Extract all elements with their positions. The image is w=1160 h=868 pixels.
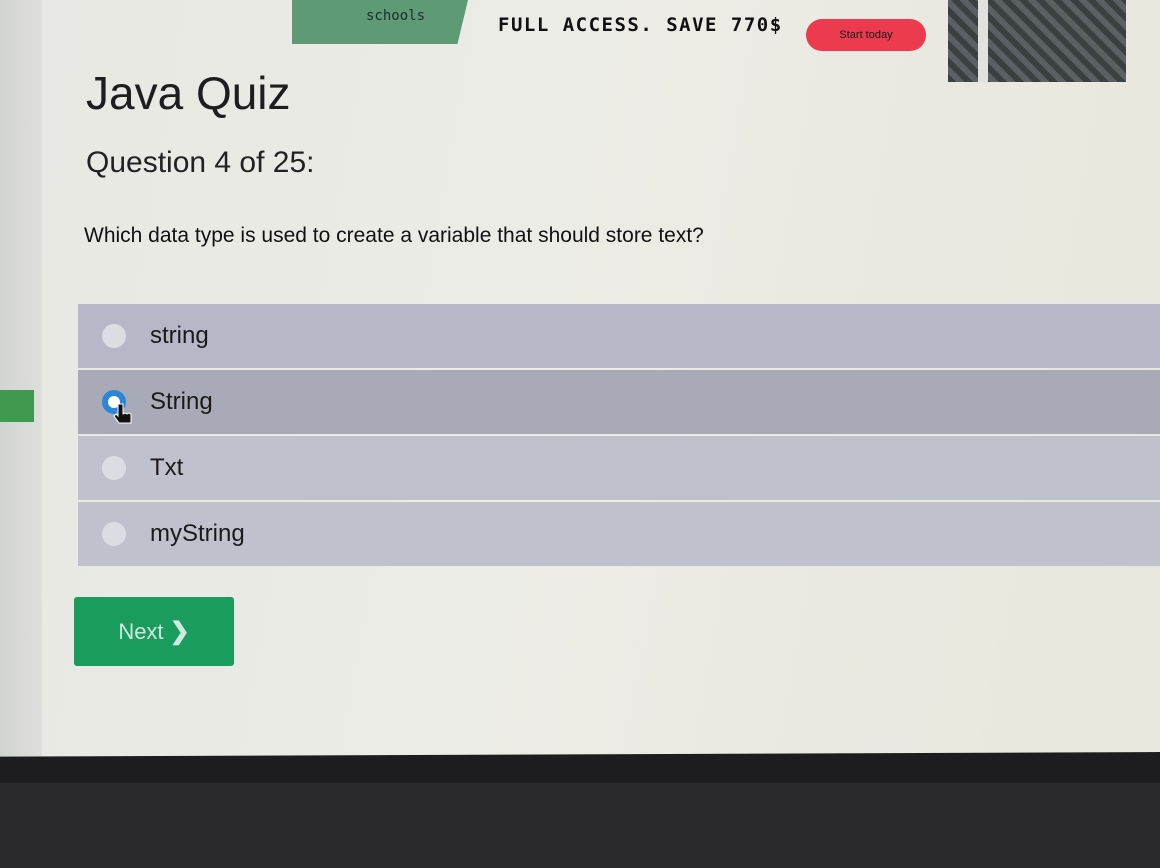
quiz-title: Java Quiz bbox=[86, 67, 291, 119]
answer-label: Txt bbox=[150, 454, 184, 481]
question-counter: Question 4 of 25: bbox=[86, 146, 315, 179]
next-label: Next bbox=[118, 618, 164, 644]
sidebar-tab[interactable] bbox=[0, 390, 34, 422]
banner-image[interactable] bbox=[948, 0, 1126, 82]
answer-label: String bbox=[150, 388, 213, 415]
monitor-bezel-lower bbox=[0, 783, 1160, 868]
banner-brand: schools bbox=[366, 8, 426, 24]
answer-option[interactable]: Txt bbox=[78, 436, 1160, 500]
answer-label: string bbox=[150, 322, 209, 349]
answer-label: myString bbox=[150, 520, 245, 547]
hand-cursor-icon bbox=[113, 403, 132, 424]
answer-options: string String Txt myString bbox=[78, 304, 1160, 568]
chevron-right-icon: ❯ bbox=[169, 618, 190, 645]
next-button[interactable]: Next ❯ bbox=[74, 597, 234, 666]
start-today-button[interactable]: Start today bbox=[806, 19, 926, 51]
banner-offer[interactable]: FULL ACCESS. SAVE 770$ bbox=[498, 14, 783, 36]
left-edge bbox=[0, 0, 42, 760]
radio-button[interactable] bbox=[102, 456, 126, 480]
answer-option-selected[interactable]: String bbox=[78, 370, 1160, 434]
radio-button[interactable] bbox=[102, 324, 126, 348]
answer-option[interactable]: string bbox=[78, 304, 1160, 368]
radio-button[interactable] bbox=[102, 522, 126, 546]
question-text: Which data type is used to create a vari… bbox=[84, 224, 704, 247]
answer-option[interactable]: myString bbox=[78, 502, 1160, 566]
